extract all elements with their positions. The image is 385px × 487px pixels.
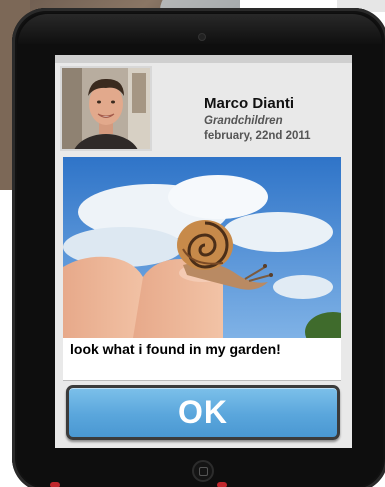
device-marker <box>217 482 227 487</box>
status-bar <box>55 55 352 63</box>
caption-box: look what i found in my garden! <box>63 338 341 381</box>
sender-name: Marco Dianti <box>204 95 295 112</box>
sender-relation: Grandchildren <box>204 115 283 127</box>
home-button[interactable] <box>192 460 214 482</box>
snail-photo <box>63 157 341 338</box>
front-camera <box>198 33 206 41</box>
device-marker <box>50 482 60 487</box>
message-caption: look what i found in my garden! <box>70 341 281 357</box>
ok-button[interactable]: OK <box>66 385 340 440</box>
message-photo <box>63 157 341 338</box>
message-date: february, 22nd 2011 <box>204 130 311 142</box>
ok-button-label: OK <box>178 394 228 430</box>
app-screen: Marco Dianti Grandchildren february, 22n… <box>55 55 352 448</box>
sender-avatar <box>60 66 152 151</box>
avatar-photo <box>62 68 150 149</box>
